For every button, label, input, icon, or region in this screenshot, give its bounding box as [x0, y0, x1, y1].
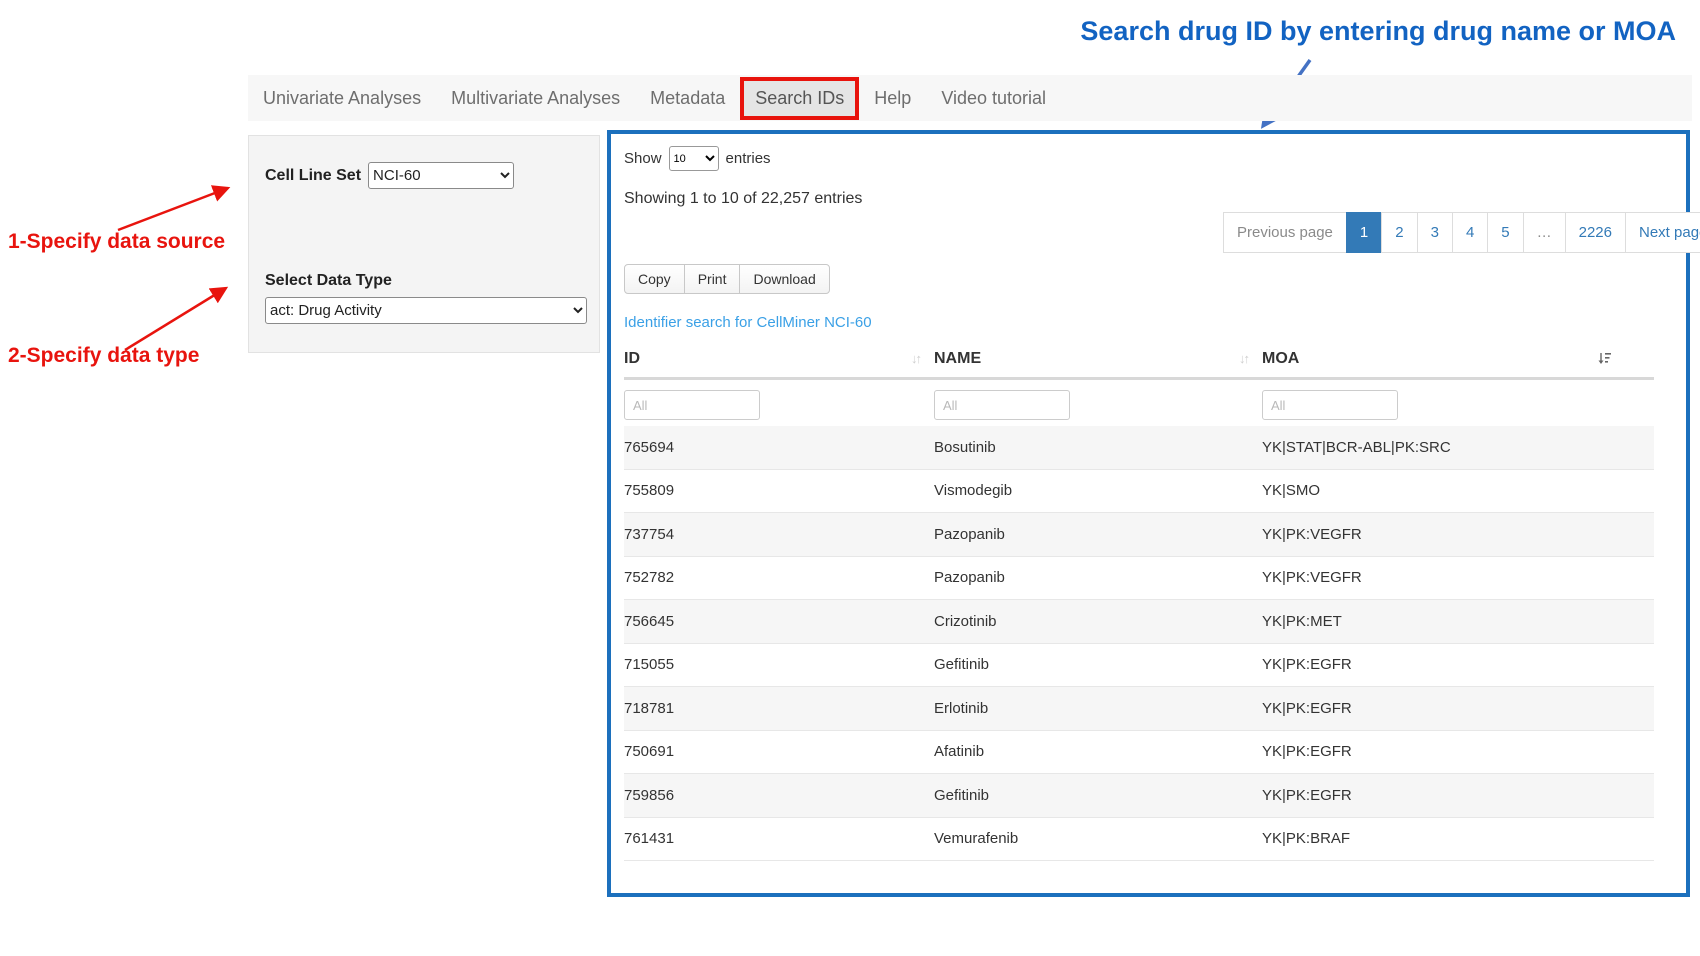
table-row[interactable]: 752782 Pazopanib YK|PK:VEGFR — [624, 557, 1654, 601]
filter-input-id[interactable] — [624, 390, 760, 420]
cell-moa: YK|SMO — [1262, 482, 1654, 499]
data-source-panel: Cell Line Set NCI-60 Select Data Type ac… — [248, 135, 600, 353]
cell-name: Bosutinib — [934, 439, 1262, 456]
cell-id: 761431 — [624, 830, 934, 847]
red-arrow-2 — [125, 288, 226, 350]
tab-search-ids[interactable]: Search IDs — [740, 77, 859, 120]
next-page-button[interactable]: Next page — [1625, 212, 1700, 253]
download-button[interactable]: Download — [739, 264, 829, 294]
column-header-name[interactable]: NAME ↓↑ — [934, 350, 1262, 368]
page-button-3[interactable]: 3 — [1417, 212, 1453, 253]
annotation-step2: 2-Specify data type — [8, 344, 199, 368]
page-button-1[interactable]: 1 — [1346, 212, 1382, 253]
page-button-4[interactable]: 4 — [1452, 212, 1488, 253]
search-results-panel: Show 10 entries Showing 1 to 10 of 22,25… — [607, 130, 1690, 897]
tab-video-tutorial[interactable]: Video tutorial — [926, 88, 1061, 109]
select-data-type-label: Select Data Type — [265, 272, 392, 290]
cell-id: 755809 — [624, 482, 934, 499]
cell-id: 737754 — [624, 526, 934, 543]
filter-input-moa[interactable] — [1262, 390, 1398, 420]
filter-input-name[interactable] — [934, 390, 1070, 420]
print-button[interactable]: Print — [684, 264, 741, 294]
cell-line-set-label: Cell Line Set — [265, 167, 361, 185]
table-row[interactable]: 759856 Gefitinib YK|PK:EGFR — [624, 774, 1654, 818]
results-table: ID ↓↑ NAME ↓↑ MOA — [624, 340, 1654, 861]
tab-multivariate-analyses[interactable]: Multivariate Analyses — [436, 88, 635, 109]
column-header-id[interactable]: ID ↓↑ — [624, 350, 934, 368]
cell-name: Pazopanib — [934, 526, 1262, 543]
page-button-5[interactable]: 5 — [1487, 212, 1523, 253]
annotation-step1: 1-Specify data source — [8, 230, 225, 254]
table-row[interactable]: 755809 Vismodegib YK|SMO — [624, 470, 1654, 514]
column-header-moa[interactable]: MOA — [1262, 350, 1654, 368]
cell-id: 718781 — [624, 700, 934, 717]
cell-id: 756645 — [624, 613, 934, 630]
identifier-search-link[interactable]: Identifier search for CellMiner NCI-60 — [624, 314, 872, 331]
pagination: Previous page 1 2 3 4 5 … 2226 Next page — [1223, 212, 1700, 253]
cell-name: Afatinib — [934, 743, 1262, 760]
page-button-2226[interactable]: 2226 — [1565, 212, 1626, 253]
tab-metadata[interactable]: Metadata — [635, 88, 740, 109]
table-row[interactable]: 737754 Pazopanib YK|PK:VEGFR — [624, 513, 1654, 557]
tutorial-heading: Search drug ID by entering drug name or … — [1016, 16, 1676, 47]
cell-moa: YK|PK:EGFR — [1262, 656, 1654, 673]
cell-moa: YK|PK:EGFR — [1262, 743, 1654, 760]
cell-id: 765694 — [624, 439, 934, 456]
table-row[interactable]: 750691 Afatinib YK|PK:EGFR — [624, 731, 1654, 775]
table-row[interactable]: 718781 Erlotinib YK|PK:EGFR — [624, 687, 1654, 731]
table-row[interactable]: 756645 Crizotinib YK|PK:MET — [624, 600, 1654, 644]
cell-id: 759856 — [624, 787, 934, 804]
page-button-2[interactable]: 2 — [1381, 212, 1417, 253]
cell-name: Vemurafenib — [934, 830, 1262, 847]
cell-moa: YK|PK:VEGFR — [1262, 526, 1654, 543]
page-ellipsis: … — [1523, 212, 1566, 253]
cell-id: 752782 — [624, 569, 934, 586]
cell-moa: YK|PK:BRAF — [1262, 830, 1654, 847]
entries-label: entries — [726, 150, 771, 167]
show-entries-control: Show 10 entries — [624, 146, 771, 171]
data-type-select[interactable]: act: Drug Activity — [265, 297, 587, 324]
tab-univariate-analyses[interactable]: Univariate Analyses — [248, 88, 436, 109]
cell-moa: YK|PK:EGFR — [1262, 700, 1654, 717]
table-row[interactable]: 715055 Gefitinib YK|PK:EGFR — [624, 644, 1654, 688]
table-filter-row — [624, 380, 1654, 426]
page-length-select[interactable]: 10 — [669, 146, 719, 171]
table-row[interactable]: 765694 Bosutinib YK|STAT|BCR-ABL|PK:SRC — [624, 426, 1654, 470]
cell-moa: YK|PK:VEGFR — [1262, 569, 1654, 586]
cell-moa: YK|STAT|BCR-ABL|PK:SRC — [1262, 439, 1654, 456]
cell-name: Vismodegib — [934, 482, 1262, 499]
sort-icon[interactable]: ↓↑ — [911, 351, 920, 366]
table-header-row: ID ↓↑ NAME ↓↑ MOA — [624, 340, 1654, 380]
previous-page-button[interactable]: Previous page — [1223, 212, 1347, 253]
show-label: Show — [624, 150, 662, 167]
sort-amount-icon[interactable] — [1597, 351, 1612, 371]
cell-moa: YK|PK:EGFR — [1262, 787, 1654, 804]
top-navbar: Univariate Analyses Multivariate Analyse… — [248, 75, 1692, 121]
sort-icon[interactable]: ↓↑ — [1239, 351, 1248, 366]
cell-name: Erlotinib — [934, 700, 1262, 717]
cell-moa: YK|PK:MET — [1262, 613, 1654, 630]
export-button-group: Copy Print Download — [624, 264, 830, 294]
cell-name: Pazopanib — [934, 569, 1262, 586]
cell-name: Crizotinib — [934, 613, 1262, 630]
cell-name: Gefitinib — [934, 787, 1262, 804]
tab-help[interactable]: Help — [859, 88, 926, 109]
copy-button[interactable]: Copy — [624, 264, 685, 294]
cell-id: 750691 — [624, 743, 934, 760]
showing-entries-status: Showing 1 to 10 of 22,257 entries — [624, 190, 862, 208]
cell-name: Gefitinib — [934, 656, 1262, 673]
red-arrow-1 — [118, 188, 228, 230]
cell-id: 715055 — [624, 656, 934, 673]
cell-line-set-select[interactable]: NCI-60 — [368, 162, 514, 189]
table-row[interactable]: 761431 Vemurafenib YK|PK:BRAF — [624, 818, 1654, 862]
